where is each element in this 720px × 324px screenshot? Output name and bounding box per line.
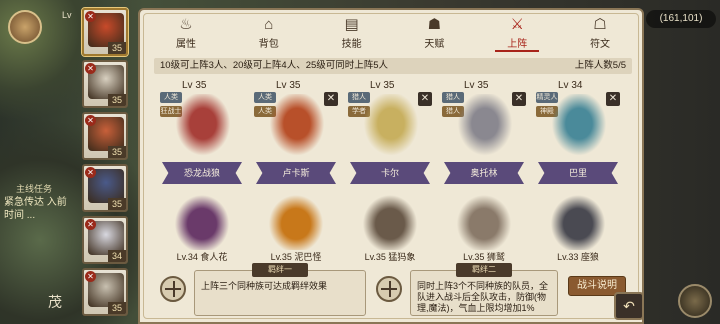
crossed-swords-icon: ⚔ <box>510 16 524 33</box>
bond-two-text: 同时上阵3个不同种族的队员，全队进入战斗后全队攻击，防御(物理,魔法)，气血上限… <box>417 281 549 313</box>
bond-two-icon[interactable] <box>376 276 402 302</box>
quest-text[interactable]: 紧急传达 入前时间 ... <box>4 196 76 222</box>
hero-slot[interactable]: Lv 35 人类 狂战士 恐龙战狼 <box>158 78 246 188</box>
hero-level: Lv 35 <box>182 80 207 91</box>
hero-level: Lv 35 <box>276 80 301 91</box>
rune-icon: ☖ <box>593 16 607 33</box>
hero-slots: Lv 35 人类 狂战士 恐龙战狼 Lv 35 人类 人类 ✕ 卢卡斯 Lv 35 猎人 学者 ✕ 卡尔 L… <box>158 78 628 188</box>
deployed-mark-icon: ✕ <box>85 11 96 22</box>
roster-hero-card[interactable]: ✕ 35 <box>82 60 128 108</box>
deployed-mark-icon: ✕ <box>85 63 96 74</box>
left-hud: Lv 主线任务 紧急传达 入前时间 ... 茂 <box>0 0 80 324</box>
deployed-mark-icon: ✕ <box>85 167 96 178</box>
hero-slot[interactable]: Lv 35 猎人 学者 ✕ 卡尔 <box>346 78 434 188</box>
tab-2[interactable]: ▤ 技能 <box>322 14 382 52</box>
tab-label: 背包 <box>258 39 279 50</box>
roster-hero-card[interactable]: ✕ 35 <box>82 268 128 316</box>
roster-hero-level: 35 <box>108 42 126 54</box>
formation-rule-text: 10级可上阵3人、20级可上阵4人、25级可同时上阵5人 <box>160 60 389 71</box>
roster-hero-level: 35 <box>108 94 126 106</box>
pet-caption: Lv.34 食人花 <box>176 252 228 262</box>
hero-name: 卡尔 <box>380 168 399 178</box>
pet-slot[interactable]: Lv.35 狮鹫 <box>440 190 528 264</box>
talent-icon: ☗ <box>427 16 442 33</box>
book-icon: ▤ <box>344 16 359 33</box>
roster-hero-card[interactable]: ✕ 35 <box>82 164 128 212</box>
pet-figure <box>266 192 326 250</box>
bond-one-icon[interactable] <box>160 276 186 302</box>
quest-title: 主线任务 <box>16 184 53 194</box>
hero-roster: ✕ 35 ✕ 35 ✕ 35 ✕ 35 ✕ 34 ✕ 35 <box>82 8 132 324</box>
deployed-mark-icon: ✕ <box>85 219 96 230</box>
pet-slot[interactable]: Lv.35 猛犸象 <box>346 190 434 264</box>
hero-name: 巴里 <box>568 168 587 178</box>
tab-3[interactable]: ☗ 天赋 <box>404 14 464 52</box>
bond-two-box: 羁绊二 同时上阵3个不同种族的队员，全队进入战斗后全队攻击，防御(物理,魔法)，… <box>410 263 558 316</box>
hero-name: 奥托林 <box>470 168 498 178</box>
flame-icon: ♨ <box>179 16 193 33</box>
hero-figure <box>172 94 234 160</box>
pet-figure <box>454 192 514 250</box>
tab-label: 属性 <box>176 39 196 50</box>
roster-hero-level: 35 <box>108 302 126 314</box>
pet-slots: Lv.34 食人花 Lv.35 泥巴怪 Lv.35 猛犸象 Lv.35 狮鹫 Lv.33… <box>158 190 628 264</box>
player-avatar[interactable] <box>8 10 42 44</box>
bond-area: 羁绊一 上阵三个同种族可达成羁绊效果 羁绊二 同时上阵3个不同种族的队员，全队进… <box>154 263 632 318</box>
tab-label: 符文 <box>589 39 610 50</box>
formation-count: 上阵人数5/5 <box>574 60 626 71</box>
bond-one-text: 上阵三个同种族可达成羁绊效果 <box>201 281 328 291</box>
bond-one-box: 羁绊一 上阵三个同种族可达成羁绊效果 <box>194 263 366 316</box>
roster-hero-card[interactable]: ✕ 35 <box>82 8 128 56</box>
hero-figure <box>454 94 516 160</box>
pet-caption: Lv.33 座狼 <box>557 252 599 262</box>
roster-hero-card[interactable]: ✕ 34 <box>82 216 128 264</box>
hero-level: Lv 35 <box>464 80 489 91</box>
player-name: 茂 <box>48 294 62 310</box>
pet-slot[interactable]: Lv.34 食人花 <box>158 190 246 264</box>
hero-figure <box>548 94 610 160</box>
tab-label: 天赋 <box>424 39 445 50</box>
formation-info-bar: 10级可上阵3人、20级可上阵4人、25级可同时上阵5人 上阵人数5/5 <box>154 58 632 74</box>
roster-hero-level: 34 <box>108 250 126 262</box>
pet-slot[interactable]: Lv.35 泥巴怪 <box>252 190 340 264</box>
hero-name: 恐龙战狼 <box>183 168 220 178</box>
tab-5[interactable]: ☖ 符文 <box>570 14 630 52</box>
hero-figure <box>360 94 422 160</box>
pet-figure <box>360 192 420 250</box>
bond-one-title: 羁绊一 <box>252 263 308 277</box>
formation-panel: ♨ 属性 ⌂ 背包 ▤ 技能 ☗ 天赋 ⚔ 上阵 ☖ 符文 10级可上阵3人、20级可上阵4人、25级… <box>138 8 644 324</box>
pet-figure <box>548 192 608 250</box>
pet-caption: Lv.35 泥巴怪 <box>270 252 322 262</box>
tab-bar: ♨ 属性 ⌂ 背包 ▤ 技能 ☗ 天赋 ⚔ 上阵 ☖ 符文 <box>146 14 640 52</box>
tab-0[interactable]: ♨ 属性 <box>156 14 216 52</box>
return-arrow-icon[interactable]: ↶ <box>614 292 644 320</box>
minimap-icon[interactable] <box>678 284 712 318</box>
tab-label: 上阵 <box>507 39 528 50</box>
roster-hero-card[interactable]: ✕ 35 <box>82 112 128 160</box>
player-level-label: Lv <box>62 10 72 20</box>
hero-name: 卢卡斯 <box>282 168 310 178</box>
backpack-icon: ⌂ <box>264 16 274 33</box>
hero-level: Lv 34 <box>558 80 583 91</box>
hero-slot[interactable]: Lv 35 猎人 猎人 ✕ 奥托林 <box>440 78 528 188</box>
deployed-mark-icon: ✕ <box>85 271 96 282</box>
hero-level: Lv 35 <box>370 80 395 91</box>
tab-label: 技能 <box>341 39 362 50</box>
bond-two-title: 羁绊二 <box>456 263 512 277</box>
tab-4[interactable]: ⚔ 上阵 <box>487 14 547 52</box>
roster-hero-level: 35 <box>108 146 126 158</box>
pet-caption: Lv.35 狮鹫 <box>463 252 505 262</box>
hero-figure <box>266 94 328 160</box>
gold-counter: (161,101) <box>646 10 716 28</box>
hero-slot[interactable]: Lv 35 人类 人类 ✕ 卢卡斯 <box>252 78 340 188</box>
pet-slot[interactable]: Lv.33 座狼 <box>534 190 622 264</box>
pet-caption: Lv.35 猛犸象 <box>364 252 416 262</box>
roster-hero-level: 35 <box>108 198 126 210</box>
hero-slot[interactable]: Lv 34 精灵人 神殿 ✕ 巴里 <box>534 78 622 188</box>
tab-1[interactable]: ⌂ 背包 <box>239 14 299 52</box>
pet-figure <box>172 192 232 250</box>
deployed-mark-icon: ✕ <box>85 115 96 126</box>
